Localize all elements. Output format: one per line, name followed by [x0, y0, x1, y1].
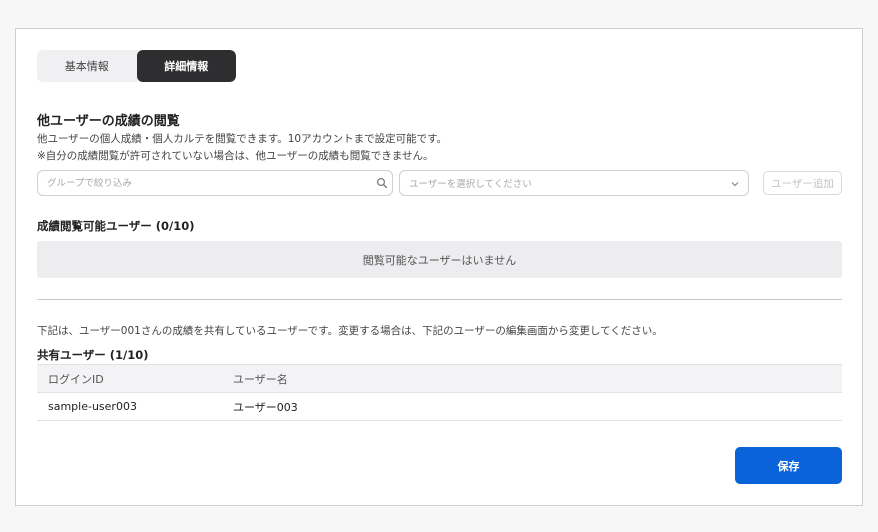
- column-login-id: ログインID: [48, 372, 104, 386]
- search-icon: [376, 177, 388, 189]
- tab-detail-info[interactable]: 詳細情報: [136, 50, 236, 82]
- divider: [37, 299, 842, 300]
- table-header: ログインID ユーザー名: [37, 364, 842, 393]
- shared-users-note: 下記は、ユーザー001さんの成績を共有しているユーザーです。変更する場合は、下記…: [37, 325, 663, 337]
- section-description: 他ユーザーの個人成績・個人カルテを閲覧できます。10アカウントまで設定可能です。: [37, 133, 448, 145]
- empty-message: 閲覧可能なユーザーはいません: [362, 253, 517, 267]
- viewable-users-empty: 閲覧可能なユーザーはいません: [37, 241, 842, 278]
- chevron-down-icon: [731, 182, 739, 187]
- settings-card: 基本情報 詳細情報 他ユーザーの成績の閲覧 他ユーザーの個人成績・個人カルテを閲…: [15, 28, 863, 506]
- tab-basic-info[interactable]: 基本情報: [37, 50, 137, 82]
- group-filter-input[interactable]: [37, 170, 393, 196]
- section-title: 他ユーザーの成績の閲覧: [37, 114, 180, 129]
- user-select[interactable]: ユーザーを選択してください: [399, 170, 749, 196]
- shared-users-table: ログインID ユーザー名 sample-user003 ユーザー003: [37, 364, 842, 421]
- table-row: sample-user003 ユーザー003: [37, 393, 842, 421]
- viewable-users-title: 成績閲覧可能ユーザー (0/10): [37, 219, 195, 233]
- section-note: ※自分の成績閲覧が許可されていない場合は、他ユーザーの成績も閲覧できません。: [37, 150, 434, 162]
- save-button[interactable]: 保存: [735, 447, 842, 484]
- shared-users-title: 共有ユーザー (1/10): [37, 348, 149, 362]
- user-select-placeholder: ユーザーを選択してください: [409, 179, 532, 190]
- add-user-button[interactable]: ユーザー追加: [763, 171, 842, 195]
- column-user-name: ユーザー名: [233, 372, 288, 386]
- cell-user-name: ユーザー003: [233, 400, 298, 414]
- tab-bar: 基本情報 詳細情報: [37, 50, 236, 82]
- cell-login-id: sample-user003: [48, 400, 137, 413]
